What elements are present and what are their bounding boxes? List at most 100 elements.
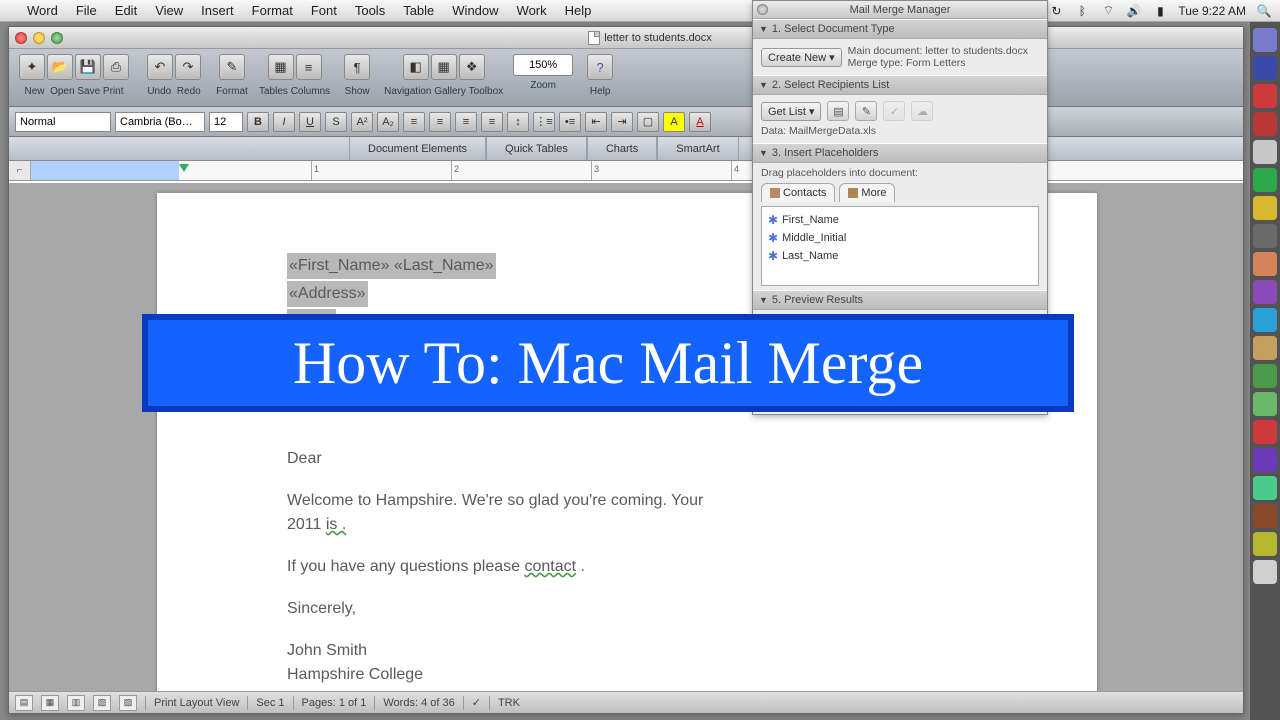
signature-name[interactable]: John Smith (287, 639, 967, 663)
font-size-combo[interactable]: 12 (209, 112, 243, 132)
view-outline-button[interactable]: ▦ (41, 695, 59, 711)
dock-app-icon[interactable] (1253, 392, 1277, 416)
horizontal-ruler[interactable]: 1 2 3 4 (31, 161, 1243, 180)
signature-org[interactable]: Hampshire College (287, 663, 967, 687)
get-list-button[interactable]: Get List ▾ (761, 102, 821, 121)
menubar-help[interactable]: Help (556, 3, 601, 18)
view-layout-button[interactable]: ▥ (67, 695, 85, 711)
increase-indent-button[interactable]: ⇥ (611, 112, 633, 132)
dock-app-icon[interactable] (1253, 504, 1277, 528)
numbering-button[interactable]: ⋮≡ (533, 112, 555, 132)
body-text[interactable]: If you have any questions please contact… (287, 555, 967, 579)
merge-field[interactable]: «Address» (287, 281, 368, 307)
menubar-clock[interactable]: Tue 9:22 AM (1178, 4, 1246, 18)
zoom-combo[interactable]: 150% (513, 54, 573, 76)
print-button[interactable]: ⎙ (103, 54, 129, 80)
menubar-edit[interactable]: Edit (106, 3, 146, 18)
menubar-table[interactable]: Table (394, 3, 443, 18)
ruler-origin[interactable]: ⌐ (9, 161, 31, 180)
field-item[interactable]: ✱Middle_Initial (766, 229, 1034, 247)
menubar-file[interactable]: File (67, 3, 106, 18)
dock-app-icon[interactable] (1253, 112, 1277, 136)
dock-app-icon[interactable] (1253, 476, 1277, 500)
style-combo[interactable]: Normal (15, 112, 111, 132)
panel-close-button[interactable] (757, 4, 768, 15)
dock-app-icon[interactable] (1253, 28, 1277, 52)
open-button[interactable]: 📂 (47, 54, 73, 80)
underline-button[interactable]: U (299, 112, 321, 132)
tab-contacts[interactable]: Contacts (761, 183, 835, 202)
dock-app-icon[interactable] (1253, 532, 1277, 556)
field-item[interactable]: ✱First_Name (766, 211, 1034, 229)
section-preview[interactable]: ▼5. Preview Results (753, 290, 1047, 310)
menubar-work[interactable]: Work (508, 3, 556, 18)
status-track-changes[interactable]: TRK (498, 697, 520, 709)
battery-icon[interactable]: ▮ (1152, 3, 1168, 19)
dock-app-icon[interactable] (1253, 56, 1277, 80)
align-left-button[interactable]: ≡ (403, 112, 425, 132)
sub-button[interactable]: A₂ (377, 112, 399, 132)
indent-marker-icon[interactable] (179, 164, 189, 172)
tab-document-elements[interactable]: Document Elements (349, 137, 486, 160)
navigation-button[interactable]: ◧ (403, 54, 429, 80)
undo-button[interactable]: ↶ (147, 54, 173, 80)
menubar-app[interactable]: Word (18, 3, 67, 18)
bullets-button[interactable]: •≡ (559, 112, 581, 132)
zoom-window-button[interactable] (51, 32, 63, 44)
spotlight-icon[interactable]: 🔍 (1256, 3, 1272, 19)
toolbox-button[interactable]: ❖ (459, 54, 485, 80)
dock-app-icon[interactable] (1253, 140, 1277, 164)
dock-app-icon[interactable] (1253, 252, 1277, 276)
menubar-view[interactable]: View (146, 3, 192, 18)
tab-quick-tables[interactable]: Quick Tables (486, 137, 587, 160)
dock-app-icon[interactable] (1253, 560, 1277, 584)
dock-app-icon[interactable] (1253, 336, 1277, 360)
strike-button[interactable]: S (325, 112, 347, 132)
minimize-window-button[interactable] (33, 32, 45, 44)
dock-app-icon[interactable] (1253, 308, 1277, 332)
borders-button[interactable]: ▢ (637, 112, 659, 132)
align-center-button[interactable]: ≡ (429, 112, 451, 132)
font-color-button[interactable]: A (689, 112, 711, 132)
status-words[interactable]: Words: 4 of 36 (383, 697, 454, 709)
bold-button[interactable]: B (247, 112, 269, 132)
section-placeholders[interactable]: ▼3. Insert Placeholders (753, 143, 1047, 163)
status-spellcheck-icon[interactable]: ✓ (472, 696, 481, 709)
status-pages[interactable]: Pages: 1 of 1 (302, 697, 367, 709)
body-text[interactable]: Sincerely, (287, 597, 967, 621)
help-button[interactable]: ? (587, 54, 613, 80)
view-notebook-button[interactable]: ▧ (93, 695, 111, 711)
create-new-button[interactable]: Create New ▾ (761, 48, 842, 67)
dock-app-icon[interactable] (1253, 224, 1277, 248)
dock-app-icon[interactable] (1253, 448, 1277, 472)
italic-button[interactable]: I (273, 112, 295, 132)
filter-icon[interactable]: ☁ (911, 101, 933, 121)
tables-button[interactable]: ▦ (268, 54, 294, 80)
dock-app-icon[interactable] (1253, 196, 1277, 220)
edit-data-source-icon[interactable]: ✎ (855, 101, 877, 121)
dock-app-icon[interactable] (1253, 420, 1277, 444)
dock-app-icon[interactable] (1253, 364, 1277, 388)
body-text[interactable]: Dear (287, 447, 967, 471)
super-button[interactable]: A² (351, 112, 373, 132)
align-right-button[interactable]: ≡ (455, 112, 477, 132)
format-painter-button[interactable]: ✎ (219, 54, 245, 80)
new-button[interactable]: ✦ (19, 54, 45, 80)
wifi-icon[interactable]: ⌔ (1100, 3, 1116, 19)
save-button[interactable]: 💾 (75, 54, 101, 80)
timemachine-icon[interactable]: ↻ (1048, 3, 1064, 19)
align-justify-button[interactable]: ≡ (481, 112, 503, 132)
font-combo[interactable]: Cambria (Bo… (115, 112, 205, 132)
menubar-insert[interactable]: Insert (192, 3, 243, 18)
open-data-source-icon[interactable]: ▤ (827, 101, 849, 121)
dock-app-icon[interactable] (1253, 280, 1277, 304)
dock-app-icon[interactable] (1253, 168, 1277, 192)
panel-titlebar[interactable]: Mail Merge Manager (753, 1, 1047, 19)
field-item[interactable]: ✱Last_Name (766, 247, 1034, 265)
decrease-indent-button[interactable]: ⇤ (585, 112, 607, 132)
volume-icon[interactable]: 🔊 (1126, 3, 1142, 19)
tab-smartart[interactable]: SmartArt (657, 137, 738, 160)
tab-more[interactable]: More (839, 183, 895, 202)
menubar-tools[interactable]: Tools (346, 3, 394, 18)
view-normal-button[interactable]: ▤ (15, 695, 33, 711)
